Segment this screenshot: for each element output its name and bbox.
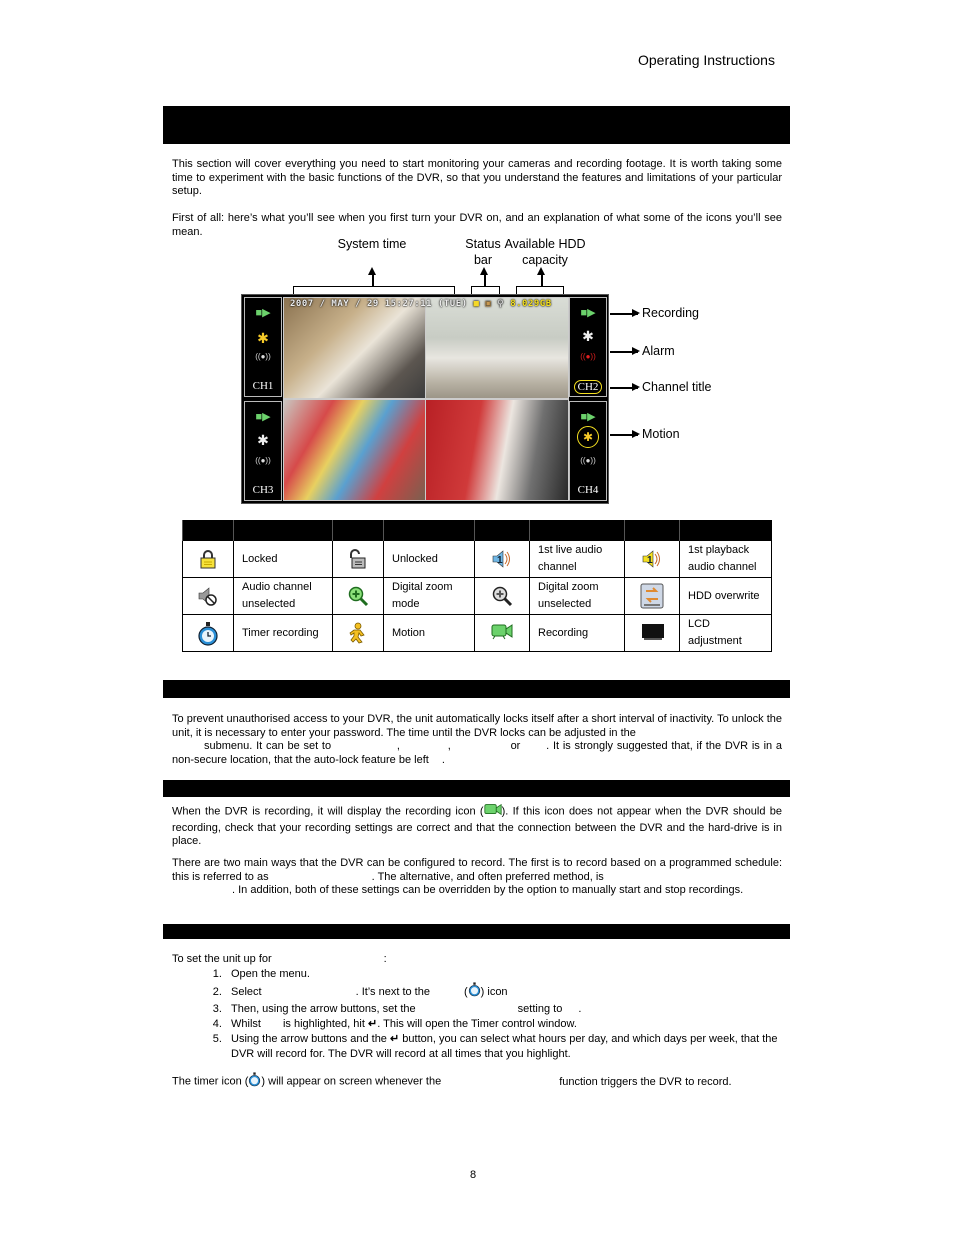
channel-title: CH3 [252,484,274,496]
enter-key-icon: ↵ [390,1033,400,1045]
svg-text:1: 1 [497,555,503,566]
icon-label: Unlocked [383,540,475,578]
section-title-bar [163,106,790,144]
lock-paragraph: To prevent unauthorised access to your D… [172,713,783,766]
icon-label: LCD adjustment [679,614,772,652]
label-alarm: Alarm [642,344,675,358]
timer-instructions: To set the unit up for: Open the menu. S… [172,952,782,1062]
section-bar-timer [163,924,790,939]
label-recording: Recording [642,306,699,320]
arrow-recording [610,310,640,316]
timer-footer-note: The timer icon () will appear on screen … [172,1072,782,1092]
icon-label: 1st live audio channel [529,540,625,578]
table-row: Locked Unlocked 1 1st live audio channel… [182,540,772,578]
section-bar-lock [163,680,790,698]
running-header: Operating Instructions [638,52,775,68]
table-header-row [182,520,772,541]
label-motion: Motion [642,427,680,441]
table-row: Timer recording Motion Recording LCD adj… [182,614,772,652]
list-item: Whilstis highlighted, hit ↵. This will o… [225,1017,782,1032]
icon-label: Motion [383,614,475,652]
alarm-icon: ((●)) [255,352,271,361]
label-channel-title: Channel title [642,380,712,394]
zoom-unselected-icon [491,585,513,607]
audio-unselected-icon [197,585,219,607]
camera-view-ch2 [425,297,569,399]
channel-title: CH1 [252,380,274,392]
timer-icon [197,622,219,646]
system-time: 2007 / MAY / 29 15:27:11 (TUE) [290,299,468,309]
list-item: Using the arrow buttons and the ↵ button… [225,1032,782,1062]
hdd-capacity: 8.029GB [510,299,552,309]
icon-label: Locked [233,540,333,578]
recording-icon: ■▶ [255,307,271,319]
icon-label: Digital zoom mode [383,577,475,615]
page-number: 8 [470,1169,477,1181]
arrow-channel-title [610,384,640,390]
section-bar-recording [163,780,790,797]
recording-icon [491,622,513,644]
osd-status-line: 2007 / MAY / 29 15:27:11 (TUE) ■ ▣ ⚲ 8.0… [290,299,552,309]
icon-label: Audio channel unselected [233,577,333,615]
channel-title: CH4 [577,484,599,496]
recording-icon: ■▶ [255,411,271,423]
channel-sidebar-ch3: ■▶ ✱ ((●)) CH3 [244,401,282,501]
motion-icon: ✱ [257,432,269,448]
icon-label: Recording [529,614,625,652]
list-item: Then, using the arrow buttons, set these… [225,1002,782,1017]
arrow-status-bar [481,267,487,286]
motion-icon [347,622,369,644]
lock-unlocked-icon [347,548,369,570]
channel-sidebar-ch1: ■▶ ✱ ((●)) CH1 [244,297,282,397]
recording-icon [483,802,502,822]
list-item: Open the menu. [225,967,782,982]
intro-paragraph-1: This section will cover everything you n… [172,158,782,197]
icon-label: Digital zoom unselected [529,577,625,615]
motion-icon: ✱ [257,330,269,346]
zoom-icon: ⚲ [497,299,505,309]
label-hdd-capacity: Available HDD capacity [504,237,586,267]
playback-audio-icon: 1 [641,548,663,570]
dvr-screen: ■▶ ✱ ((●)) CH1 ■▶ ✱ ((●)) CH3 ■▶ ✱ ((●))… [241,294,609,504]
lock-locked-icon [197,548,219,570]
channel-sidebar-ch2: ■▶ ✱ ((●)) CH2 [569,297,607,397]
svg-text:1: 1 [647,555,653,566]
camera-view-ch4 [425,399,569,501]
arrow-hdd-capacity [538,267,544,286]
timer-steps-list: Open the menu. Select. It’s next to the(… [172,967,782,1062]
channel-title: CH2 [574,380,602,394]
live-audio-icon: 1 [491,548,513,570]
timer-icon [248,1072,261,1092]
alarm-icon: ((●)) [580,456,596,465]
intro-paragraph-2: First of all: here’s what you’ll see whe… [172,212,782,238]
arrow-alarm [610,348,640,354]
zoom-mode-icon [347,585,369,607]
camera-view-ch1 [283,297,426,399]
icon-label: Timer recording [233,614,333,652]
motion-icon: ✱ [577,426,599,448]
list-item: Select. It’s next to the() icon [225,982,782,1002]
alarm-icon: ((●)) [580,352,596,361]
enter-key-icon: ↵ [367,1018,378,1030]
arrow-motion [610,431,640,437]
label-system-time: System time [337,237,407,251]
recording-paragraph-2: There are two main ways that the DVR can… [172,857,782,896]
channel-sidebar-ch4: ■▶ ✱ ((●)) CH4 [569,401,607,501]
icon-label: HDD overwrite [679,577,772,615]
camera-view-ch3 [283,399,426,501]
recording-icon: ■▶ [580,411,596,423]
recording-paragraph-1: When the DVR is recording, it will displ… [172,802,782,849]
timer-icon [468,982,481,1002]
alarm-icon: ((●)) [255,456,271,465]
recording-icon: ■▶ [580,307,596,319]
arrow-system-time [369,267,375,286]
icon-legend-table: Locked Unlocked 1 1st live audio channel… [182,520,772,652]
table-row: Audio channel unselected Digital zoom mo… [182,577,772,615]
hdd-overwrite-icon [639,582,665,610]
lcd-icon [641,622,664,644]
motion-icon: ✱ [582,328,594,344]
lock-locked-icon: ■ [473,299,480,309]
icon-label: 1st playback audio channel [679,540,772,578]
hdd-overwrite-icon: ▣ [485,299,492,309]
